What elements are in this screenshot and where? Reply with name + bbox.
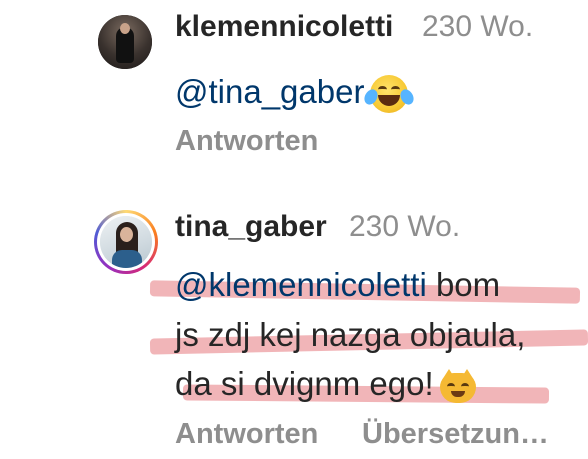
avatar[interactable] xyxy=(100,216,152,268)
comment-text-line: @klemennicoletti bom xyxy=(175,266,500,304)
avatar[interactable] xyxy=(98,15,152,69)
comment-text: @tina_gaber xyxy=(175,70,417,114)
comment-timestamp: 230 Wo. xyxy=(422,10,534,43)
grinning-cat-icon xyxy=(439,369,476,404)
comment-text-line: da si dvignm ego! xyxy=(175,365,476,404)
comment-text: bom xyxy=(426,266,501,303)
comment-timestamp: 230 Wo. xyxy=(349,210,461,243)
mention-link[interactable]: @klemennicoletti xyxy=(175,266,427,303)
translate-button[interactable]: Übersetzun… xyxy=(362,418,549,451)
comment-username[interactable]: tina_gaber xyxy=(175,210,327,244)
reply-button[interactable]: Antworten xyxy=(175,125,318,158)
comment-text: da si dvignm ego! xyxy=(175,365,434,402)
comment-text-line: js zdj kej nazga objaula, xyxy=(175,316,526,353)
face-with-tears-of-joy-icon xyxy=(362,75,417,114)
comment-klemennicoletti: klemennicoletti 230 Wo. @tina_gaber Antw… xyxy=(0,0,588,190)
mention-link[interactable]: @tina_gaber xyxy=(175,73,364,110)
reply-button[interactable]: Antworten xyxy=(175,418,318,451)
comment-username[interactable]: klemennicoletti xyxy=(175,10,393,44)
